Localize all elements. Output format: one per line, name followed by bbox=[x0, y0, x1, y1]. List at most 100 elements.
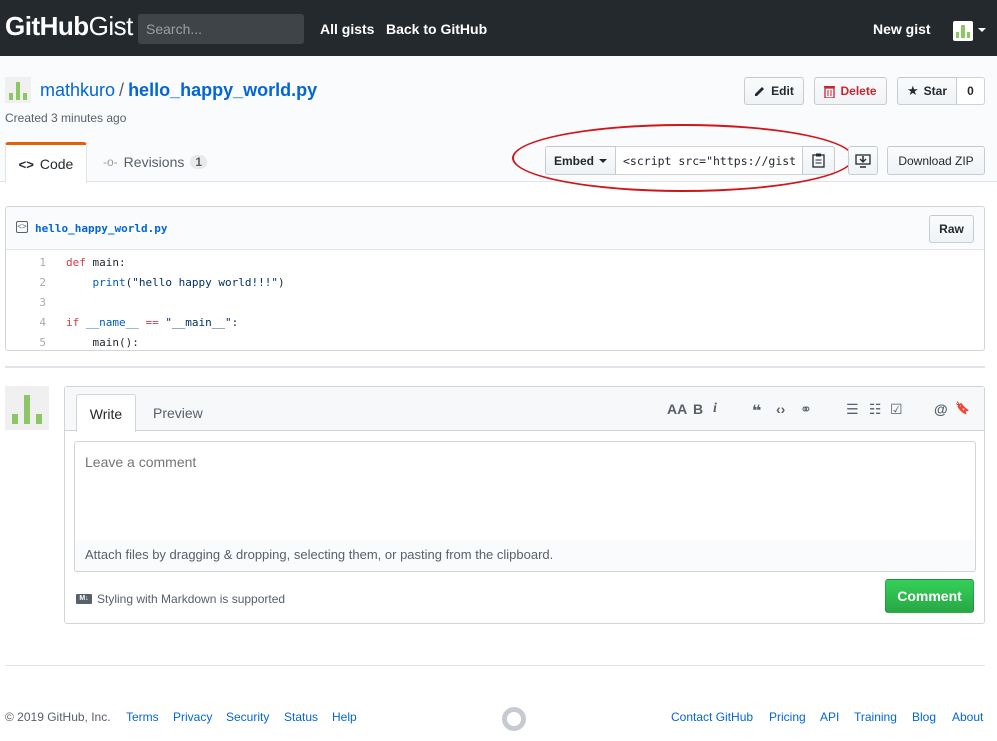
chevron-down-icon bbox=[599, 158, 607, 163]
chevron-down-icon[interactable] bbox=[978, 28, 986, 32]
attach-files-hint[interactable]: Attach files by dragging & dropping, sel… bbox=[74, 540, 976, 572]
line-code: def main: bbox=[46, 253, 126, 273]
nav-all-gists[interactable]: All gists bbox=[320, 21, 374, 37]
star-count[interactable]: 0 bbox=[957, 77, 985, 105]
italic-icon[interactable]: i bbox=[713, 401, 717, 417]
embed-label: Embed bbox=[553, 153, 594, 168]
footer-link-terms[interactable]: Terms bbox=[126, 710, 159, 724]
code-line: 4 if __name__ == "__main__": bbox=[6, 313, 984, 333]
link-icon[interactable]: ⚭ bbox=[800, 401, 812, 418]
line-number[interactable]: 4 bbox=[6, 313, 46, 333]
code-line: 3 bbox=[6, 293, 984, 313]
comment-tabs: Write Preview AA B i ❝ ‹› ⚭ ☰ ☷ ☑ @ 🔖 bbox=[65, 387, 984, 432]
trash-icon bbox=[824, 85, 836, 98]
footer-link-privacy[interactable]: Privacy bbox=[173, 710, 212, 724]
code-token: "hello happy world!!!" bbox=[132, 276, 278, 289]
tab-revisions-label: Revisions bbox=[123, 154, 185, 170]
mention-icon[interactable]: @ bbox=[934, 401, 948, 417]
edit-button[interactable]: Edit bbox=[744, 77, 804, 105]
header-avatar[interactable] bbox=[953, 21, 973, 41]
code-token: if bbox=[66, 316, 80, 329]
tab-code-label: Code bbox=[39, 156, 74, 172]
code-token: main(): bbox=[66, 336, 139, 349]
embed-group: Embed bbox=[545, 146, 835, 175]
footer-link-pricing[interactable]: Pricing bbox=[769, 710, 806, 724]
gist-title: mathkuro / hello_happy_world.py bbox=[40, 80, 317, 101]
comment-submit-button[interactable]: Comment bbox=[885, 579, 974, 613]
write-tab[interactable]: Write bbox=[76, 394, 136, 432]
footer-copyright: © 2019 GitHub, Inc. bbox=[5, 710, 111, 724]
footer-divider bbox=[5, 665, 985, 666]
star-button[interactable]: ★ Star bbox=[897, 77, 957, 105]
footer-link-status[interactable]: Status bbox=[284, 710, 318, 724]
code-icon: <> bbox=[18, 156, 34, 172]
code-token: ) bbox=[277, 276, 285, 289]
preview-tab[interactable]: Preview bbox=[153, 405, 203, 421]
github-mark-icon[interactable] bbox=[502, 707, 526, 731]
line-code: main(): bbox=[46, 333, 139, 350]
line-number[interactable]: 5 bbox=[6, 333, 46, 350]
delete-label: Delete bbox=[840, 84, 877, 98]
tab-revisions[interactable]: -o- Revisions 1 bbox=[103, 154, 208, 170]
commenter-avatar[interactable] bbox=[5, 386, 49, 430]
markdown-icon: M↓ bbox=[76, 594, 92, 604]
gist-filename-link[interactable]: hello_happy_world.py bbox=[128, 80, 317, 100]
embed-dropdown-button[interactable]: Embed bbox=[545, 146, 616, 175]
ordered-list-icon[interactable]: ☷ bbox=[869, 401, 882, 418]
footer-link-about[interactable]: About bbox=[952, 710, 983, 724]
title-separator: / bbox=[119, 80, 125, 100]
code-token: "__main__" bbox=[165, 316, 232, 329]
edit-label: Edit bbox=[771, 84, 794, 98]
copy-embed-button[interactable] bbox=[802, 146, 835, 175]
raw-button[interactable]: Raw bbox=[929, 215, 974, 243]
desktop-download-icon bbox=[855, 153, 871, 168]
line-number[interactable]: 3 bbox=[6, 293, 46, 313]
download-zip-button[interactable]: Download ZIP bbox=[887, 146, 985, 175]
comment-form: Write Preview AA B i ❝ ‹› ⚭ ☰ ☷ ☑ @ 🔖 At… bbox=[64, 386, 985, 624]
code-token: main: bbox=[85, 256, 126, 269]
logo-github-text: GitHub bbox=[5, 11, 89, 41]
open-in-desktop-button[interactable] bbox=[848, 146, 878, 175]
comment-textarea[interactable] bbox=[74, 441, 976, 541]
search-input[interactable] bbox=[138, 14, 304, 44]
code-token: : bbox=[231, 316, 239, 329]
line-number[interactable]: 2 bbox=[6, 273, 46, 293]
markdown-note[interactable]: M↓ Styling with Markdown is supported bbox=[76, 592, 285, 606]
nav-back-to-github[interactable]: Back to GitHub bbox=[386, 21, 487, 37]
footer-link-contact[interactable]: Contact GitHub bbox=[671, 710, 753, 724]
code-token: def bbox=[66, 256, 86, 269]
task-list-icon[interactable]: ☑ bbox=[890, 401, 903, 418]
footer-link-blog[interactable]: Blog bbox=[912, 710, 936, 724]
bold-icon[interactable]: B bbox=[693, 401, 703, 417]
unordered-list-icon[interactable]: ☰ bbox=[846, 401, 859, 418]
owner-link[interactable]: mathkuro bbox=[40, 80, 115, 100]
saved-reply-icon[interactable]: 🔖 bbox=[955, 401, 970, 415]
quote-icon[interactable]: ❝ bbox=[752, 401, 761, 421]
star-icon: ★ bbox=[907, 83, 919, 98]
new-gist-link[interactable]: New gist bbox=[873, 21, 931, 37]
owner-avatar[interactable] bbox=[5, 77, 31, 103]
markdown-note-text: Styling with Markdown is supported bbox=[97, 592, 286, 606]
tab-code[interactable]: <> Code bbox=[5, 142, 87, 183]
code-icon[interactable]: ‹› bbox=[776, 401, 785, 417]
header-text-icon[interactable]: AA bbox=[667, 401, 687, 417]
star-label: Star bbox=[923, 84, 947, 98]
file-name-link[interactable]: hello_happy_world.py bbox=[35, 222, 167, 235]
footer-link-api[interactable]: API bbox=[820, 710, 839, 724]
line-number[interactable]: 1 bbox=[6, 253, 46, 273]
git-commit-icon: -o- bbox=[103, 155, 118, 169]
delete-button[interactable]: Delete bbox=[814, 77, 887, 105]
footer-link-security[interactable]: Security bbox=[226, 710, 269, 724]
clipboard-icon bbox=[812, 153, 825, 168]
footer-link-help[interactable]: Help bbox=[332, 710, 357, 724]
code-view: 1 def main: 2 print("hello happy world!!!"… bbox=[6, 250, 984, 350]
logo-gist-text: Gist bbox=[88, 11, 134, 41]
gist-logo[interactable]: GitHubGist bbox=[5, 11, 133, 42]
created-timestamp: Created 3 minutes ago bbox=[5, 111, 127, 125]
embed-code-input[interactable] bbox=[616, 146, 802, 175]
file-box: <> hello_happy_world.py Raw 1 def main: 2 … bbox=[5, 206, 985, 351]
revisions-count-badge: 1 bbox=[190, 155, 208, 169]
footer-link-training[interactable]: Training bbox=[854, 710, 897, 724]
